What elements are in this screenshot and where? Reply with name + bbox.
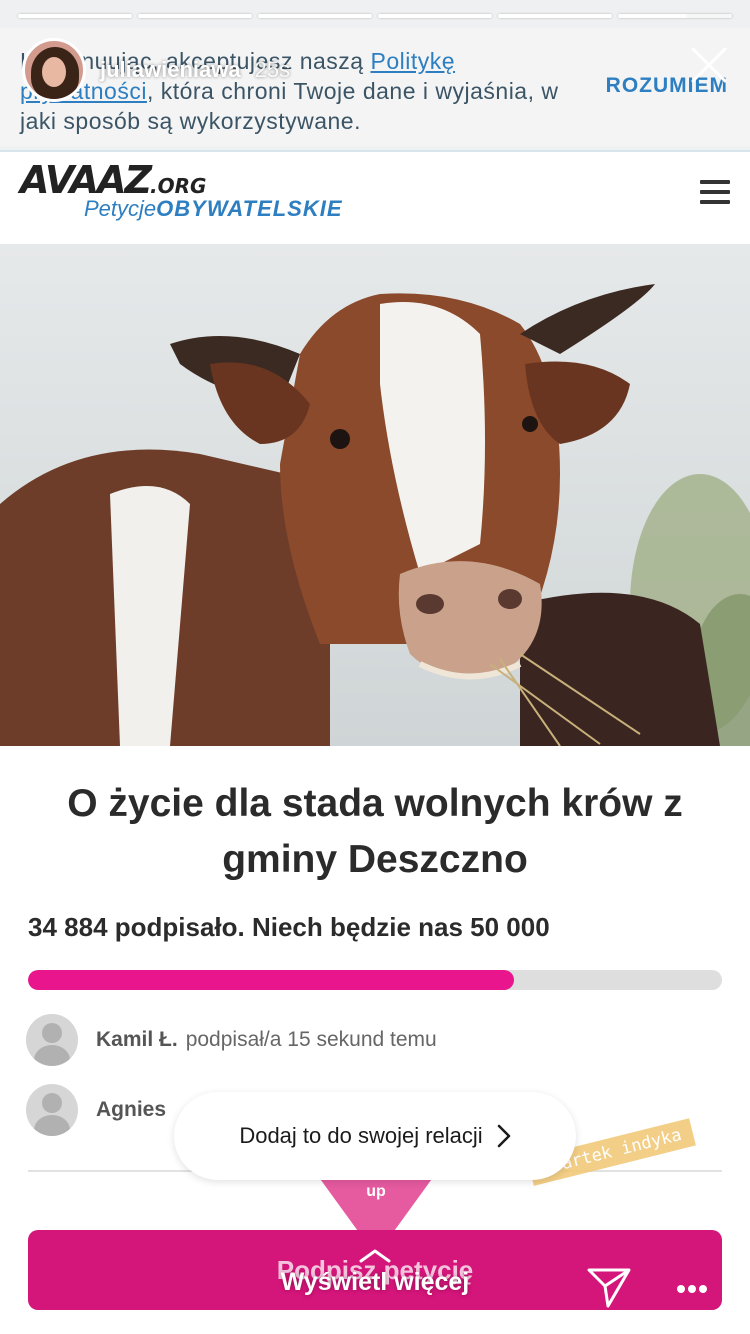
logo-subtitle: PetycjeOBYWATELSKIE (84, 196, 343, 221)
hamburger-icon[interactable] (700, 180, 730, 204)
avatar[interactable] (22, 38, 86, 102)
add-to-story-button[interactable]: Dodaj to do swojej relacji (174, 1092, 576, 1180)
story-progress-bar (18, 14, 732, 19)
signature-progress-fill (28, 970, 514, 990)
send-icon[interactable] (586, 1266, 632, 1310)
story-timestamp: 25s (254, 57, 291, 82)
signature-count: 34 884 podpisało. Niech będzie nas 50 00… (28, 912, 550, 942)
chevron-up-icon (359, 1249, 391, 1263)
heart-sticker-text: up (366, 1183, 386, 1200)
story-segment (378, 14, 492, 18)
story-segment (258, 14, 372, 18)
close-icon[interactable] (690, 46, 728, 84)
signer-action: podpisał/a 15 sekund temu (185, 1028, 437, 1051)
signer-avatar (26, 1014, 78, 1066)
story-segment (498, 14, 612, 18)
recent-signer: Kamil Ł. podpisał/a 15 sekund temu (26, 1014, 437, 1066)
story-username[interactable]: juliawieniawa (100, 57, 241, 83)
site-header: AVAAZ.ORG PetycjeOBYWATELSKIE (0, 150, 750, 246)
more-icon[interactable] (676, 1284, 708, 1294)
story-user-header[interactable]: juliawieniawa 25s (22, 38, 290, 102)
story-segment (18, 14, 132, 18)
chevron-right-icon (497, 1124, 510, 1148)
add-to-story-label: Dodaj to do swojej relacji (239, 1123, 483, 1148)
signature-progress-bar (28, 970, 722, 990)
petition-content: O życie dla stada wolnych krów z gminy D… (0, 746, 750, 1334)
petition-title: O życie dla stada wolnych krów z gminy D… (67, 782, 683, 881)
story-segment (618, 14, 732, 18)
signer-avatar (26, 1084, 78, 1136)
signer-name: Agnies (96, 1098, 167, 1121)
swipe-up-label: Wyświetl więcej (280, 1268, 470, 1296)
story-segment (138, 14, 252, 18)
swipe-up-link[interactable]: Wyświetl więcej (0, 1248, 750, 1297)
signer-name: Kamil Ł. (96, 1028, 178, 1051)
recent-signer: Agnies (26, 1084, 166, 1136)
petition-hero-image (0, 244, 750, 746)
